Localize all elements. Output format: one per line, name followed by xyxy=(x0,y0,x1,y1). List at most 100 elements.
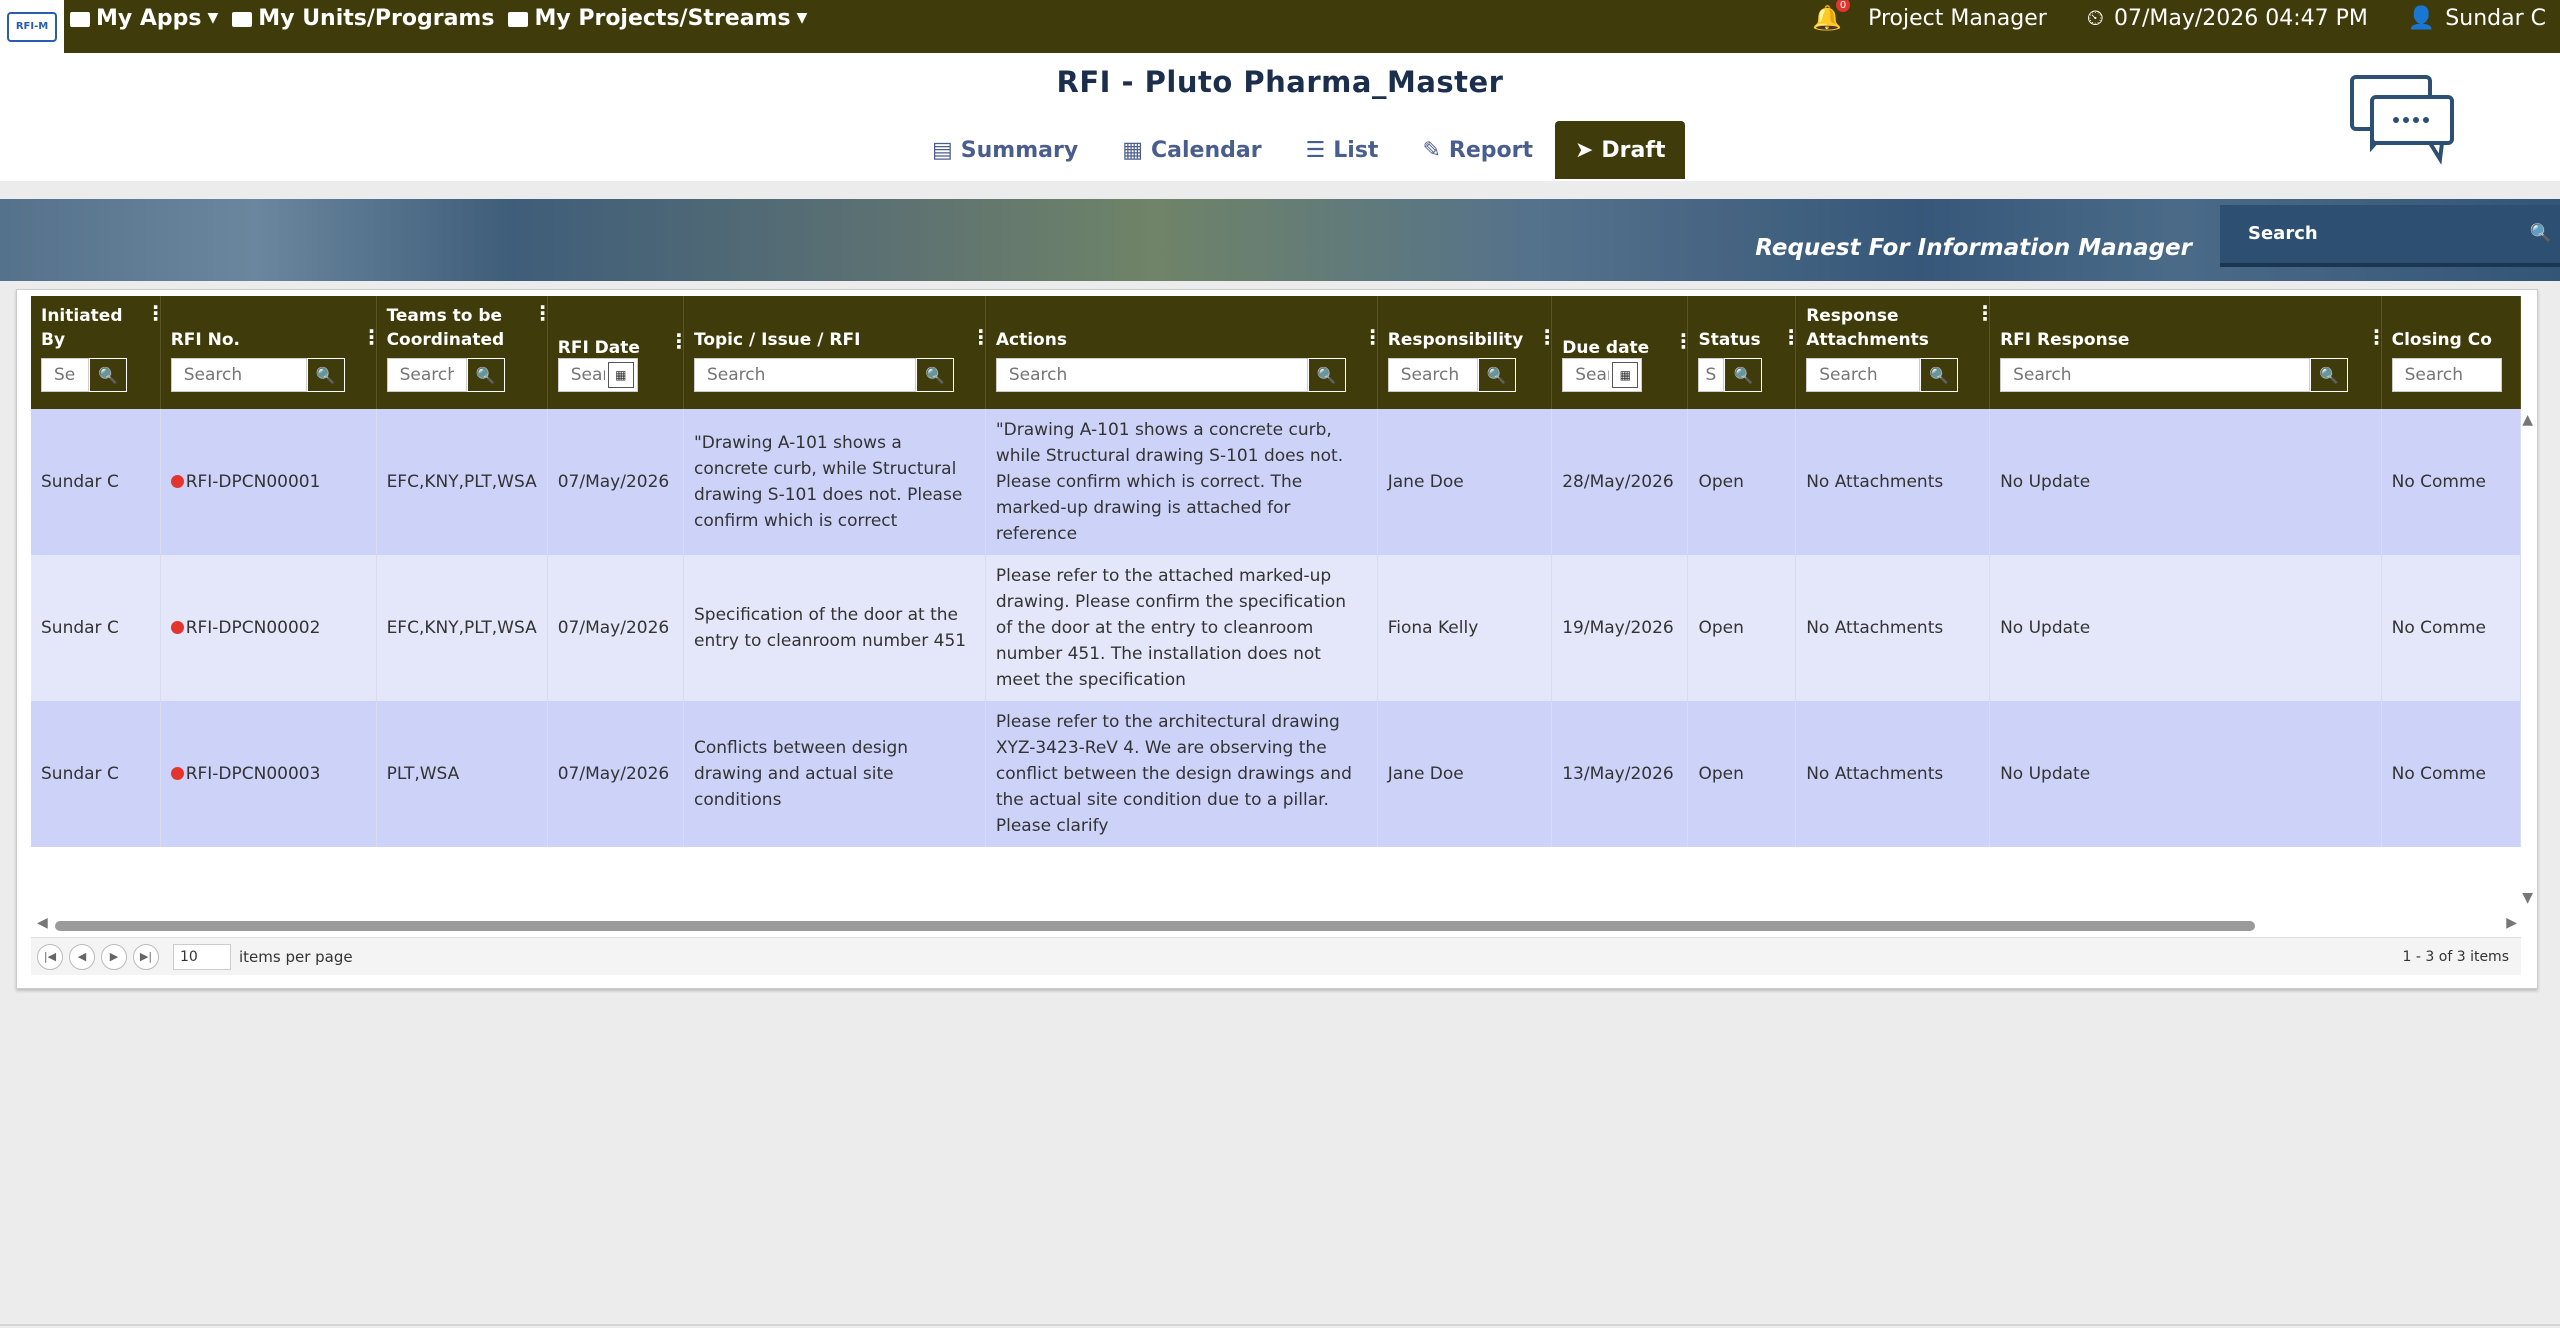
page-title: RFI - Pluto Pharma_Master xyxy=(1056,65,1504,99)
column-title: Status xyxy=(1698,330,1761,350)
last-page-icon[interactable]: ▶| xyxy=(133,943,159,970)
column-menu-icon[interactable]: ⋮ xyxy=(971,327,991,347)
tab-list-label: List xyxy=(1333,137,1379,163)
app-logo[interactable]: RFI-M xyxy=(0,0,64,53)
search-icon[interactable]: 🔍 xyxy=(89,358,127,392)
cell-initiated-by: Sundar C xyxy=(31,409,161,555)
first-page-icon[interactable]: |◀ xyxy=(37,943,63,970)
column-menu-icon[interactable]: ⋮ xyxy=(1975,303,1995,323)
filter-input[interactable] xyxy=(995,358,1308,392)
cell-attachments: No Attachments xyxy=(1795,409,1991,555)
search-icon[interactable]: 🔍 xyxy=(1307,358,1346,392)
cell-attachments: No Attachments xyxy=(1795,555,1991,701)
search-icon[interactable]: 🔍 xyxy=(1920,358,1959,392)
my-apps-menu[interactable]: My Apps ▼ xyxy=(70,6,218,31)
items-per-page-label: items per page xyxy=(239,947,353,966)
column-title: RFI Response xyxy=(2000,330,2130,350)
column-filter xyxy=(2391,358,2510,392)
tab-summary[interactable]: ▤ Summary xyxy=(910,121,1100,179)
search-icon[interactable]: 🔍 xyxy=(466,358,505,392)
cell-teams: EFC,KNY,PLT,WSA xyxy=(376,555,548,701)
column-title: RFI Date xyxy=(557,338,640,358)
search-icon[interactable]: 🔍 xyxy=(1724,358,1763,392)
col-responsibility[interactable]: Responsibility ⋮ 🔍 xyxy=(1377,296,1557,409)
cell-rfi-no[interactable]: RFI-DPCN00003 xyxy=(160,701,377,847)
next-page-icon[interactable]: ▶ xyxy=(101,943,127,970)
column-filter: 🔍 xyxy=(386,358,537,392)
col-response-attachments[interactable]: Response Attachments ⋮ 🔍 xyxy=(1795,296,1995,409)
filter-input[interactable] xyxy=(1806,358,1921,392)
col-rfi-no[interactable]: RFI No. ⋮ 🔍 xyxy=(160,296,382,409)
col-rfi-response[interactable]: RFI Response ⋮ 🔍 xyxy=(1989,296,2387,409)
cell-rfi-response: No Update xyxy=(1989,555,2382,701)
horizontal-scrollbar[interactable]: ◀ ▶ xyxy=(31,915,2521,932)
filter-input[interactable] xyxy=(1698,358,1725,392)
filter-input[interactable] xyxy=(693,358,916,392)
table-row[interactable]: Sundar C RFI-DPCN00002 EFC,KNY,PLT,WSA 0… xyxy=(31,555,2521,701)
cell-teams: PLT,WSA xyxy=(376,701,548,847)
col-actions[interactable]: Actions ⋮ 🔍 xyxy=(985,296,1383,409)
prev-page-icon[interactable]: ◀ xyxy=(69,943,95,970)
column-menu-icon[interactable]: ⋮ xyxy=(1537,327,1557,347)
col-due-date[interactable]: Due date ⋮ ▦ xyxy=(1551,296,1693,409)
filter-input[interactable] xyxy=(2391,358,2502,392)
column-menu-icon[interactable]: ⋮ xyxy=(2367,327,2387,347)
col-teams[interactable]: Teams to be Coordinated ⋮ 🔍 xyxy=(376,296,553,409)
global-search-input[interactable] xyxy=(2248,219,2538,247)
tab-draft[interactable]: ➤ Draft xyxy=(1554,121,1686,179)
user-icon: 👤 xyxy=(2407,5,2436,31)
column-menu-icon[interactable]: ⋮ xyxy=(1363,327,1383,347)
tab-calendar[interactable]: ▦ Calendar xyxy=(1100,121,1283,179)
col-topic[interactable]: Topic / Issue / RFI ⋮ 🔍 xyxy=(683,296,991,409)
cell-due-date: 28/May/2026 xyxy=(1551,409,1689,555)
page-size-select[interactable]: 10 xyxy=(173,943,231,970)
tab-list[interactable]: ☰ List xyxy=(1284,121,1401,179)
column-menu-icon[interactable]: ⋮ xyxy=(146,303,166,323)
column-menu-icon[interactable]: ⋮ xyxy=(669,331,689,351)
cell-rfi-response: No Update xyxy=(1989,701,2382,847)
filter-input[interactable] xyxy=(2000,358,2311,392)
scroll-left-arrow-icon[interactable]: ◀ xyxy=(37,915,48,931)
search-icon[interactable]: 🔍 xyxy=(1477,358,1516,392)
notifications[interactable]: 🔔 0 Project Manager xyxy=(1812,0,2047,32)
column-title: Response Attachments xyxy=(1806,306,1929,350)
search-icon[interactable]: 🔍 xyxy=(915,358,954,392)
table-row[interactable]: Sundar C RFI-DPCN00001 EFC,KNY,PLT,WSA 0… xyxy=(31,409,2521,555)
user-menu[interactable]: 👤 Sundar C xyxy=(2408,6,2546,31)
search-icon[interactable]: 🔍 xyxy=(2530,223,2552,244)
tab-report[interactable]: ✎ Report xyxy=(1400,121,1555,179)
cell-rfi-no[interactable]: RFI-DPCN00001 xyxy=(160,409,377,555)
cell-rfi-date: 07/May/2026 xyxy=(547,555,684,701)
col-status[interactable]: Status ⋮ 🔍 xyxy=(1687,296,1801,409)
col-closing-comments[interactable]: Closing Co xyxy=(2381,296,2521,409)
scroll-down-arrow-icon[interactable]: ▼ xyxy=(2522,890,2533,906)
filter-input[interactable] xyxy=(386,358,467,392)
column-menu-icon[interactable]: ⋮ xyxy=(1673,331,1693,351)
search-icon[interactable]: 🔍 xyxy=(306,358,345,392)
col-rfi-date[interactable]: RFI Date ⋮ ▦ xyxy=(547,296,689,409)
cell-rfi-no[interactable]: RFI-DPCN00002 xyxy=(160,555,377,701)
scroll-right-arrow-icon[interactable]: ▶ xyxy=(2506,915,2517,931)
calendar-icon[interactable]: ▦ xyxy=(607,362,634,388)
my-projects-streams-menu[interactable]: My Projects/Streams ▼ xyxy=(508,6,807,31)
filter-input[interactable] xyxy=(41,358,89,392)
clock-icon: ⏲ xyxy=(2086,5,2104,31)
pager: |◀ ◀ ▶ ▶| 10 items per page 1 - 3 of 3 i… xyxy=(31,937,2521,975)
column-menu-icon[interactable]: ⋮ xyxy=(1781,327,1801,347)
my-units-programs-menu[interactable]: My Units/Programs xyxy=(232,6,494,31)
datetime-text: 07/May/2026 04:47 PM xyxy=(2113,5,2368,31)
view-tabs: ▤ Summary ▦ Calendar ☰ List ✎ Report ➤ D… xyxy=(910,121,1686,179)
banner-title: Request For Information Manager xyxy=(1755,235,2192,261)
cell-topic: Conflicts between design drawing and act… xyxy=(683,701,986,847)
column-menu-icon[interactable]: ⋮ xyxy=(533,303,553,323)
col-initiated-by[interactable]: Initiated By ⋮ 🔍 xyxy=(31,296,166,409)
search-icon[interactable]: 🔍 xyxy=(2310,358,2349,392)
table-row[interactable]: Sundar C RFI-DPCN00003 PLT,WSA 07/May/20… xyxy=(31,701,2521,847)
scrollbar-thumb[interactable] xyxy=(55,921,2255,931)
filter-input[interactable] xyxy=(1387,358,1478,392)
filter-input[interactable] xyxy=(170,358,307,392)
app-logo-mark: RFI-M xyxy=(7,11,57,42)
calendar-icon[interactable]: ▦ xyxy=(1612,362,1639,388)
column-menu-icon[interactable]: ⋮ xyxy=(362,327,382,347)
scroll-up-arrow-icon[interactable]: ▲ xyxy=(2522,412,2533,428)
